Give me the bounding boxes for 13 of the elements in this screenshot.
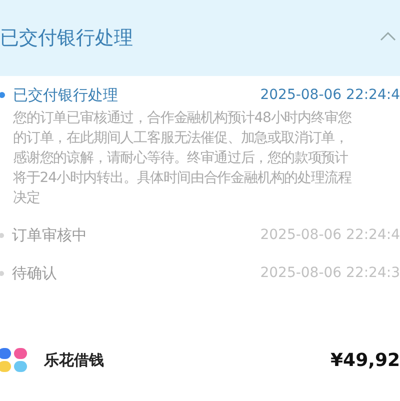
step-description: 您的订单已审核通过，合作金融机构预计48小时内终审您 的订单，在此期间人工客服无法催促、加急或取消订单， 感谢您的谅解，请耐心等待。终审通过后，您的款项预计 将于24小时内转出。具体时间由合作金融机构的处理流程 决定 — [12, 109, 352, 208]
step-title: 已交付银行处理 — [13, 84, 118, 106]
lender-name: 乐花借钱 — [44, 350, 104, 371]
step-title: 订单审核中 — [12, 224, 87, 246]
section-title: 已交付银行处理 — [0, 26, 133, 51]
app-logo-icon — [0, 348, 28, 372]
step-time: 2025-08-06 22:24:4 — [260, 226, 400, 244]
header-bar[interactable]: 已交付银行处理 — [0, 0, 400, 76]
chevron-icon[interactable] — [380, 31, 396, 41]
step-title: 待确认 — [12, 262, 57, 284]
step-time: 2025-08-06 22:24:3 — [260, 264, 400, 282]
loan-amount: ¥49,92 — [330, 348, 400, 372]
step-time: 2025-08-06 22:24:4 — [260, 86, 400, 104]
